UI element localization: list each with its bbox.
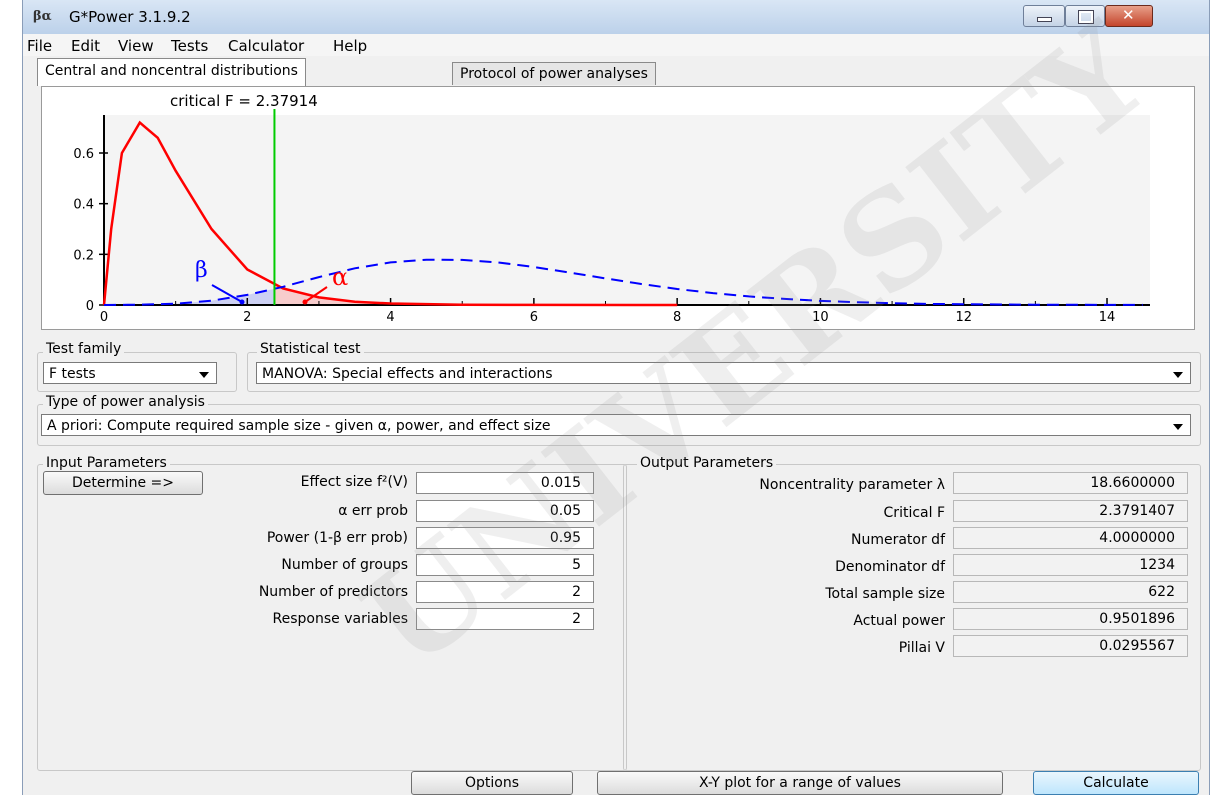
x-tick-label: 10 [812,310,829,325]
predictors-field[interactable]: 2 [416,581,594,603]
chevron-down-icon [199,372,209,378]
test-family-select[interactable]: F tests [43,362,217,384]
beta-pointer-dot [239,299,245,305]
effect-size-field[interactable]: 0.015 [416,472,594,494]
x-tick-label: 12 [955,310,972,325]
sample-size-value: 622 [953,581,1188,603]
chevron-down-icon [1173,424,1183,430]
xy-plot-button[interactable]: X-Y plot for a range of values [597,771,1003,795]
param-label-predictors: Number of predictors [258,584,408,600]
determine-button[interactable]: Determine => [43,471,203,495]
numerator-df-value: 4.0000000 [953,527,1188,549]
input-parameters-title: Input Parameters [43,455,170,471]
menu-edit[interactable]: Edit [71,37,100,55]
output-label-sample-size: Total sample size [825,586,945,602]
window-title: G*Power 3.1.9.2 [69,8,191,26]
alpha-label: α [332,263,348,291]
menu-calculator[interactable]: Calculator [228,37,304,55]
actual-power-value: 0.9501896 [953,608,1188,630]
x-tick-label: 14 [1099,310,1116,325]
output-label-critical-f: Critical F [883,505,945,521]
param-label-power: Power (1-β err prob) [266,530,408,546]
alpha-field[interactable]: 0.05 [416,500,594,522]
param-label-alpha: α err prob [338,503,408,519]
param-label-groups: Number of groups [281,557,408,573]
close-icon: ✕ [1122,6,1135,24]
denominator-df-value: 1234 [953,554,1188,576]
groups-field[interactable]: 5 [416,554,594,576]
statistical-test-label: Statistical test [257,341,364,357]
menu-view[interactable]: View [118,37,154,55]
title-bar: βα G*Power 3.1.9.2 ✕ [23,0,1209,35]
param-label-response: Response variables [272,611,408,627]
menu-tests[interactable]: Tests [171,37,208,55]
output-label-noncentrality: Noncentrality parameter λ [759,477,945,493]
y-tick-label: 0.6 [73,147,94,162]
power-analysis-label: Type of power analysis [43,394,208,410]
x-tick-label: 4 [386,310,394,325]
x-tick-label: 2 [243,310,251,325]
close-button[interactable]: ✕ [1105,5,1153,27]
maximize-button[interactable] [1065,5,1105,27]
y-tick-label: 0 [86,299,94,314]
x-tick-label: 8 [673,310,681,325]
gpower-window: βα G*Power 3.1.9.2 ✕ File Edit View Test… [22,0,1210,795]
maximize-icon [1078,10,1094,24]
minimize-button[interactable] [1023,5,1065,27]
test-family-label: Test family [43,341,125,357]
output-label-numerator-df: Numerator df [850,532,945,548]
menu-file[interactable]: File [27,37,52,55]
app-icon: βα [33,9,52,24]
output-label-pillai: Pillai V [898,640,945,656]
output-parameters-title: Output Parameters [637,455,777,471]
calculate-button[interactable]: Calculate [1033,771,1199,795]
param-label-effect-size: Effect size f²(V) [300,474,408,490]
options-button[interactable]: Options [411,771,573,795]
x-tick-label: 6 [530,310,538,325]
beta-label: β [195,258,208,283]
y-tick-label: 0.4 [73,198,94,213]
distribution-plot: 0 2 4 6 8 10 12 14 0 0.2 0.4 0.6 critical F = 2.379… [73,92,1150,325]
response-field[interactable]: 2 [416,608,594,630]
alpha-pointer-dot [302,299,308,305]
tab-protocol[interactable]: Protocol of power analyses [452,62,656,85]
statistical-test-select[interactable]: MANOVA: Special effects and interactions [256,362,1191,384]
tab-strip: Central and noncentral distributions Pro… [23,56,1209,86]
critical-f-label: critical F = 2.37914 [170,92,318,110]
pillai-value: 0.0295567 [953,635,1188,657]
distribution-plot-panel: 0 2 4 6 8 10 12 14 0 0.2 0.4 0.6 critical F = 2.379… [41,86,1195,330]
tab-distributions[interactable]: Central and noncentral distributions [37,58,306,86]
critical-f-value: 2.3791407 [953,500,1188,522]
output-label-actual-power: Actual power [853,613,945,629]
x-tick-label: 0 [100,310,108,325]
output-label-denominator-df: Denominator df [835,559,945,575]
power-analysis-select[interactable]: A priori: Compute required sample size -… [41,414,1191,436]
menu-bar: File Edit View Tests Calculator Help [23,34,1209,56]
chevron-down-icon [1173,372,1183,378]
power-field[interactable]: 0.95 [416,527,594,549]
noncentrality-value: 18.6600000 [953,472,1188,494]
minimize-icon [1037,17,1052,22]
menu-help[interactable]: Help [333,37,367,55]
y-tick-label: 0.2 [73,248,94,263]
